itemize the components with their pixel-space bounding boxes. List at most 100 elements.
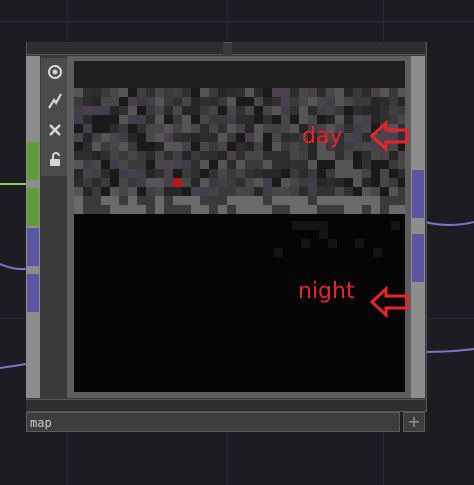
pixel-cell bbox=[254, 187, 263, 196]
pixel-cell bbox=[389, 151, 398, 160]
pixel-cell bbox=[83, 124, 92, 133]
pixel-cell bbox=[227, 106, 236, 115]
pixel-cell bbox=[308, 70, 317, 79]
pixel-cell bbox=[164, 61, 173, 70]
input-connector-purple[interactable] bbox=[27, 228, 39, 266]
pixel-cell bbox=[344, 124, 353, 133]
pixel-cell bbox=[128, 142, 137, 151]
pixel-cell bbox=[326, 97, 335, 106]
node-name-field[interactable]: map bbox=[26, 412, 400, 432]
pixel-cell bbox=[326, 88, 335, 97]
pixel-cell bbox=[128, 187, 137, 196]
pixel-cell bbox=[101, 61, 110, 70]
pixel-cell bbox=[110, 124, 119, 133]
pixel-cell bbox=[398, 106, 405, 115]
pixel-cell bbox=[335, 169, 344, 178]
pixel-cell bbox=[272, 133, 281, 142]
pixel-cell bbox=[119, 79, 128, 88]
pixel-cell bbox=[371, 196, 380, 205]
pixel-cell bbox=[245, 205, 254, 214]
pixel-cell bbox=[263, 205, 272, 214]
pixel-cell bbox=[398, 169, 405, 178]
pixel-cell bbox=[119, 88, 128, 97]
pixel-cell bbox=[137, 169, 146, 178]
pixel-cell bbox=[128, 151, 137, 160]
pixel-cell bbox=[254, 124, 263, 133]
pixel-cell bbox=[173, 160, 182, 169]
pixel-cell bbox=[335, 151, 344, 160]
pixel-cell bbox=[200, 196, 209, 205]
pixel-cell bbox=[245, 133, 254, 142]
pixel-cell bbox=[317, 115, 326, 124]
x-icon bbox=[48, 124, 61, 136]
pixel-cell bbox=[137, 151, 146, 160]
input-connector-purple[interactable] bbox=[27, 274, 39, 312]
pixel-cell bbox=[74, 70, 83, 79]
close-button[interactable] bbox=[41, 116, 68, 144]
pixel-cell bbox=[92, 61, 101, 70]
pixel-cell bbox=[119, 160, 128, 169]
add-button[interactable]: + bbox=[403, 412, 425, 432]
pixel-cell bbox=[326, 70, 335, 79]
pixel-cell bbox=[236, 205, 245, 214]
pixel-cell bbox=[83, 205, 92, 214]
pixel-cell bbox=[353, 70, 362, 79]
pixel-cell bbox=[146, 178, 155, 187]
pixel-cell bbox=[119, 124, 128, 133]
pixel-cell bbox=[344, 61, 353, 70]
input-connector-green[interactable] bbox=[27, 142, 39, 180]
pixel-cell bbox=[254, 142, 263, 151]
pixel-cell bbox=[146, 160, 155, 169]
pixel-cell bbox=[371, 205, 380, 214]
pixel-cell bbox=[164, 187, 173, 196]
pixel-cell bbox=[389, 187, 398, 196]
input-connector-green[interactable] bbox=[27, 188, 39, 226]
pixel-cell bbox=[101, 115, 110, 124]
pixel-cell bbox=[227, 205, 236, 214]
pixel-cell bbox=[281, 115, 290, 124]
pixel-cell bbox=[74, 160, 83, 169]
pixel-cell bbox=[92, 142, 101, 151]
pixel-cell bbox=[128, 88, 137, 97]
pixel-cell bbox=[218, 115, 227, 124]
pixel-cell bbox=[245, 124, 254, 133]
pixel-cell bbox=[200, 97, 209, 106]
pixel-cell bbox=[110, 70, 119, 79]
pixel-cell bbox=[290, 70, 299, 79]
pixel-cell bbox=[137, 133, 146, 142]
pixel-cell bbox=[371, 106, 380, 115]
pixel-cell bbox=[101, 79, 110, 88]
pixel-cell bbox=[128, 97, 137, 106]
pixel-cell bbox=[272, 124, 281, 133]
pixel-cell bbox=[371, 70, 380, 79]
pixel-cell bbox=[182, 79, 191, 88]
pixel-cell bbox=[328, 239, 337, 248]
pixel-cell bbox=[218, 187, 227, 196]
map-viewer[interactable] bbox=[74, 61, 405, 392]
pixel-cell bbox=[281, 142, 290, 151]
pixel-cell bbox=[272, 187, 281, 196]
output-connector-purple[interactable] bbox=[412, 170, 424, 218]
pixel-cell bbox=[371, 79, 380, 88]
node-title-bar-left[interactable] bbox=[27, 42, 223, 55]
pixel-cell bbox=[263, 151, 272, 160]
pixel-cell bbox=[137, 187, 146, 196]
pixel-cell bbox=[209, 97, 218, 106]
bypass-button[interactable] bbox=[41, 87, 68, 115]
lock-button[interactable] bbox=[41, 145, 68, 173]
pixel-cell bbox=[245, 178, 254, 187]
pixel-cell bbox=[317, 88, 326, 97]
pixel-cell bbox=[101, 106, 110, 115]
pixel-cell bbox=[200, 106, 209, 115]
pixel-cell bbox=[389, 106, 398, 115]
output-connector-purple[interactable] bbox=[412, 234, 424, 282]
pixel-cell bbox=[326, 160, 335, 169]
pixel-cell bbox=[281, 160, 290, 169]
pixel-cell bbox=[101, 187, 110, 196]
pixel-cell bbox=[128, 160, 137, 169]
pixel-cell bbox=[236, 106, 245, 115]
node-title-bar-right[interactable] bbox=[232, 42, 425, 55]
pixel-cell bbox=[119, 196, 128, 205]
viewer-toggle-button[interactable] bbox=[41, 58, 68, 86]
pixel-cell bbox=[254, 205, 263, 214]
